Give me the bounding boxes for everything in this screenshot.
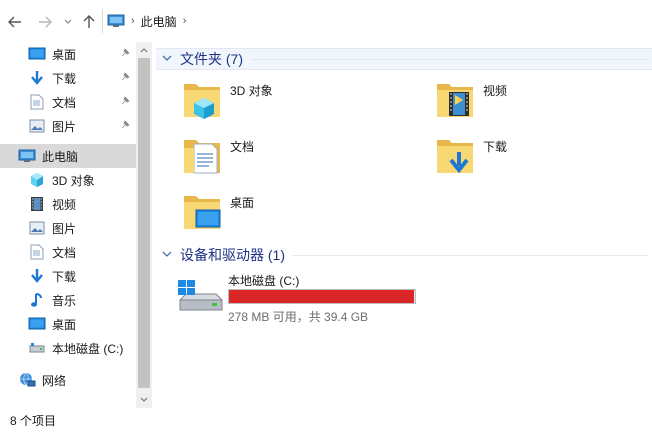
group-title: 设备和驱动器 (1) — [180, 247, 285, 263]
nav-item-this-pc[interactable]: 此电脑 — [0, 144, 136, 168]
nav-item-label: 音乐 — [52, 293, 77, 308]
nav-item-label: 图片 — [52, 119, 77, 134]
nav-item-network[interactable]: 网络 — [0, 368, 136, 392]
download-arrow-icon — [28, 70, 46, 86]
group-title: 文件夹 (7) — [180, 51, 243, 67]
nav-item-3d-objects[interactable]: 3D 对象 — [0, 168, 136, 192]
pin-icon[interactable] — [120, 48, 130, 60]
scroll-thumb[interactable] — [138, 58, 150, 388]
nav-item-videos[interactable]: 视频 — [0, 192, 136, 216]
group-divider — [251, 58, 648, 60]
picture-icon — [28, 220, 46, 236]
arrow-left-icon — [8, 16, 21, 28]
document-icon — [28, 94, 46, 110]
folder-item-desktop[interactable]: 桌面 — [182, 190, 432, 240]
nav-item-label: 桌面 — [52, 317, 77, 332]
drive-icon — [28, 340, 46, 356]
recent-locations-button[interactable] — [62, 12, 74, 32]
chevron-down-icon — [64, 19, 72, 24]
nav-item-desktop-pinned[interactable]: 桌面 — [0, 42, 136, 66]
chevron-down-icon — [140, 397, 148, 402]
drive-usage-bar — [228, 289, 416, 304]
nav-item-label: 视频 — [52, 197, 77, 212]
scroll-up-button[interactable] — [136, 42, 152, 58]
drive-item-local-disk[interactable]: 本地磁盘 (C:) 278 MB 可用，共 39.4 GB — [172, 270, 432, 324]
nav-item-label: 本地磁盘 (C:) — [52, 341, 124, 356]
nav-item-label: 桌面 — [52, 47, 77, 62]
nav-item-label: 下载 — [52, 71, 77, 86]
nav-item-documents[interactable]: 文档 — [0, 240, 136, 264]
folder-desktop-icon — [182, 190, 222, 234]
cube-3d-icon — [28, 172, 46, 188]
nav-item-documents-pinned[interactable]: 文档 — [0, 90, 136, 114]
arrow-right-icon — [39, 16, 52, 28]
breadcrumb-this-pc[interactable]: 此电脑 — [141, 13, 177, 30]
folder-name: 桌面 — [230, 196, 255, 210]
nav-item-local-disk[interactable]: 本地磁盘 (C:) — [0, 336, 136, 360]
drive-name: 本地磁盘 (C:) — [228, 274, 300, 288]
nav-item-downloads-pinned[interactable]: 下载 — [0, 66, 136, 90]
folder-name: 下载 — [483, 140, 508, 154]
folder-name: 文档 — [230, 140, 255, 154]
computer-icon — [18, 148, 36, 164]
nav-item-label: 3D 对象 — [52, 173, 95, 188]
nav-item-music[interactable]: 音乐 — [0, 288, 136, 312]
network-icon — [18, 372, 36, 388]
nav-item-desktop[interactable]: 桌面 — [0, 312, 136, 336]
group-header-folders[interactable]: 文件夹 (7) — [156, 48, 652, 70]
arrow-up-icon — [83, 15, 95, 28]
drive-icon — [176, 278, 224, 318]
item-count: 8 个项目 — [10, 414, 57, 428]
folder-video-icon — [435, 78, 475, 122]
desktop-icon — [28, 316, 46, 332]
folder-item-documents[interactable]: 文档 — [182, 134, 432, 184]
computer-icon — [107, 14, 125, 27]
download-arrow-icon — [28, 268, 46, 284]
address-bar[interactable]: › 此电脑 › — [102, 9, 650, 33]
breadcrumb-separator[interactable]: › — [131, 15, 135, 27]
nav-scrollbar[interactable] — [136, 42, 152, 408]
folder-name: 3D 对象 — [230, 84, 273, 98]
nav-item-label: 图片 — [52, 221, 77, 236]
nav-item-pictures-pinned[interactable]: 图片 — [0, 114, 136, 138]
music-note-icon — [28, 292, 46, 308]
group-header-devices[interactable]: 设备和驱动器 (1) — [156, 244, 652, 266]
nav-item-label: 下载 — [52, 269, 77, 284]
forward-button[interactable] — [36, 12, 54, 32]
folder-document-icon — [182, 134, 222, 178]
video-icon — [28, 196, 46, 212]
folder-3d-icon — [182, 78, 222, 122]
content-pane: 文件夹 (7) 3D 对象 视频 文档 下载 桌面 设备和驱动器 (1) 本地磁… — [152, 42, 652, 408]
pin-icon[interactable] — [120, 120, 130, 132]
scroll-down-button[interactable] — [136, 392, 152, 408]
group-divider — [293, 254, 648, 256]
navigation-pane: 桌面 下载 文档 图片 此电脑 3D 对象 视频 图片 文档 下载 音乐 桌面 … — [0, 42, 136, 408]
folder-item-3d-objects[interactable]: 3D 对象 — [182, 78, 432, 128]
up-button[interactable] — [80, 12, 98, 32]
drive-free-space: 278 MB 可用，共 39.4 GB — [228, 310, 369, 324]
chevron-up-icon — [140, 48, 148, 53]
pin-icon[interactable] — [120, 72, 130, 84]
desktop-icon — [28, 46, 46, 62]
back-button[interactable] — [6, 12, 24, 32]
picture-icon — [28, 118, 46, 134]
drive-usage-fill — [229, 290, 414, 303]
nav-item-label: 此电脑 — [42, 149, 79, 164]
address-row: › 此电脑 › — [0, 0, 652, 42]
document-icon — [28, 244, 46, 260]
folder-download-icon — [435, 134, 475, 178]
pin-icon[interactable] — [120, 96, 130, 108]
chevron-down-icon[interactable] — [162, 250, 176, 261]
breadcrumb-separator-end[interactable]: › — [183, 15, 187, 27]
chevron-down-icon[interactable] — [162, 54, 176, 65]
nav-item-label: 文档 — [52, 245, 77, 260]
nav-item-label: 网络 — [42, 373, 67, 388]
status-bar: 8 个项目 — [0, 408, 652, 433]
folder-item-downloads[interactable]: 下载 — [435, 134, 652, 184]
folder-name: 视频 — [483, 84, 508, 98]
nav-item-downloads[interactable]: 下载 — [0, 264, 136, 288]
folder-item-videos[interactable]: 视频 — [435, 78, 652, 128]
nav-item-pictures[interactable]: 图片 — [0, 216, 136, 240]
nav-item-label: 文档 — [52, 95, 77, 110]
